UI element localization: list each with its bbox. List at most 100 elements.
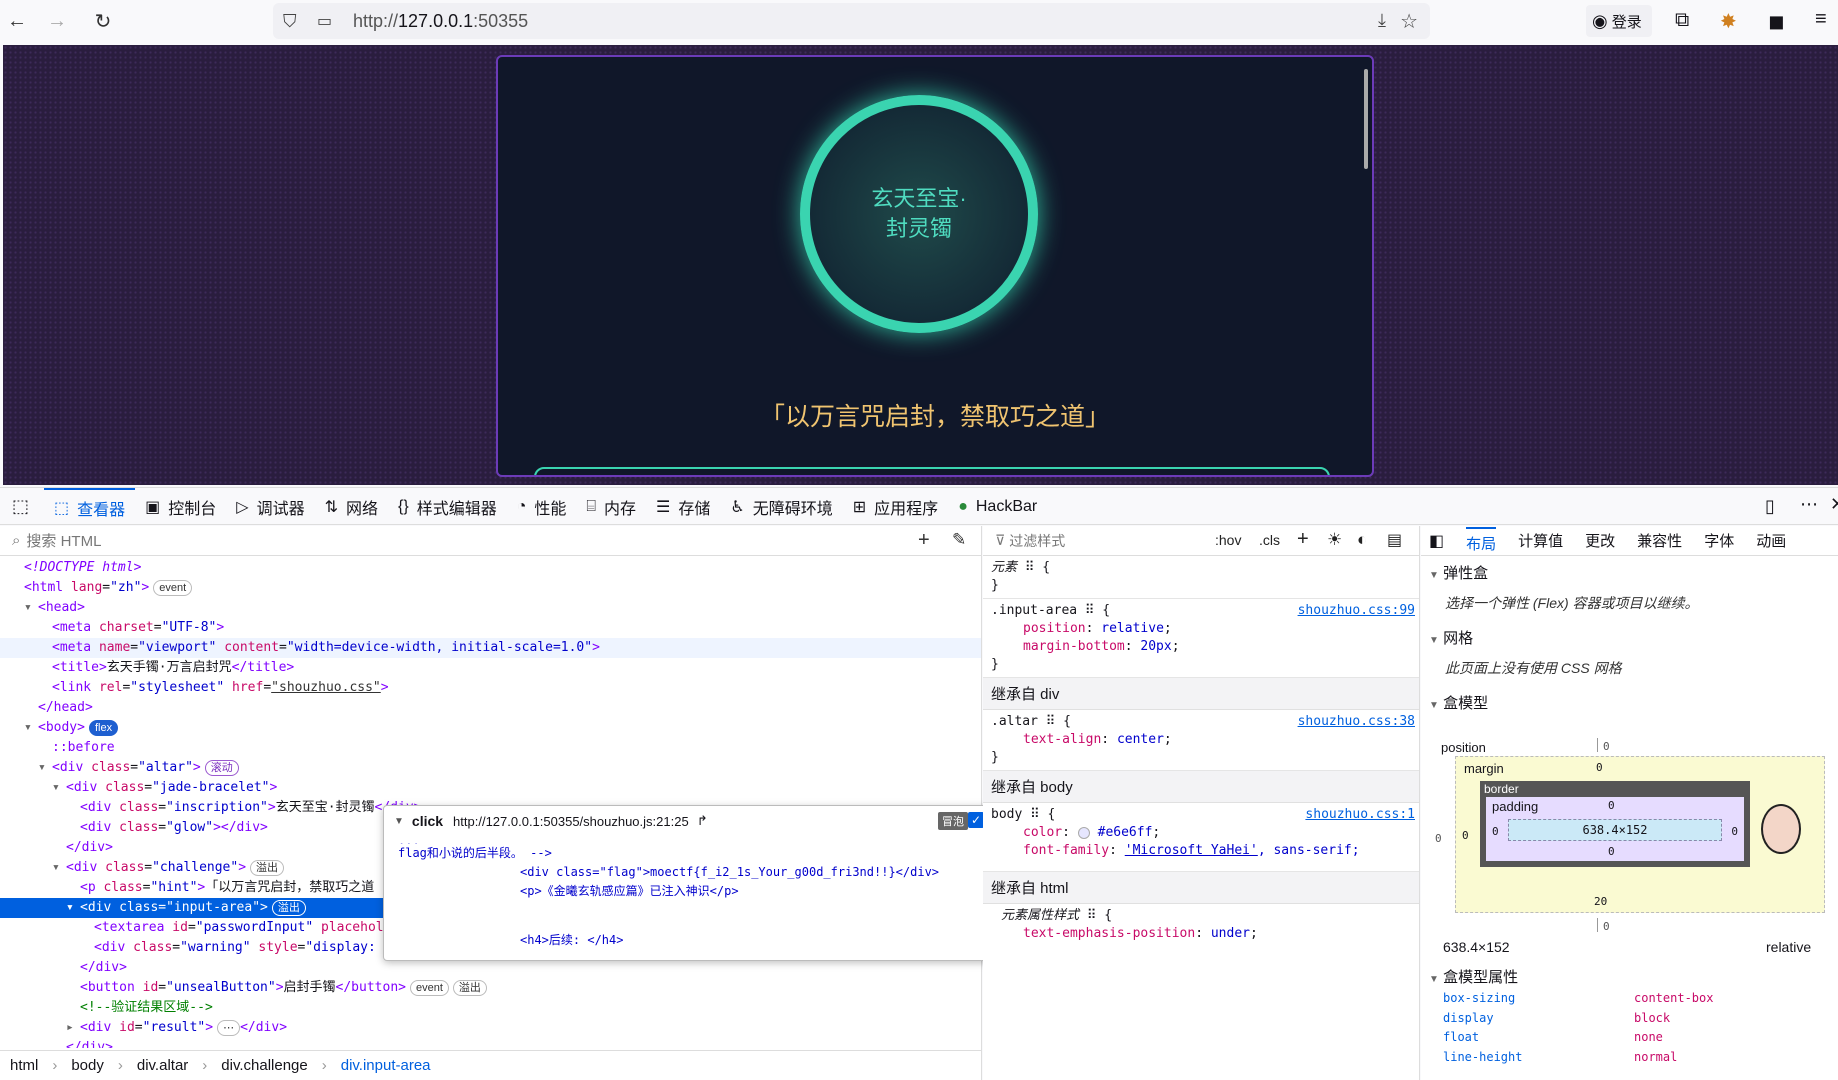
rule-element[interactable]: 元素 ⠿ {} [983,556,1419,599]
markup-line[interactable]: <!--验证结果区域--> [0,998,981,1018]
tab-accessibility[interactable]: ♿ 无障碍环境 [720,488,842,526]
hov-toggle[interactable]: :hov [1215,532,1241,548]
rule-html-attrs[interactable]: 元素属性样式 ⠿ { text-emphasis-position: under… [983,904,1419,946]
url-bar[interactable]: ⛉ ▭ http://127.0.0.1:50355 ⤓ ☆ [273,3,1430,39]
breadcrumb-item[interactable]: div.challenge [221,1057,307,1074]
prop-value[interactable]: #e6e6ff [1098,825,1153,840]
prop-name[interactable]: text-align [1023,732,1101,747]
markup-line[interactable]: ▾ <head> [0,598,981,618]
event-enabled-checkbox[interactable]: ✓ [968,812,984,828]
markup-line[interactable]: <!DOCTYPE html> [0,558,981,578]
prop-value[interactable]: center [1117,732,1164,747]
tab-inspector[interactable]: ⬚ 查看器 [44,488,136,526]
prop-value[interactable]: under [1211,926,1250,941]
margin-bottom[interactable]: 20 [1594,895,1607,908]
add-node-icon[interactable]: + [918,529,930,552]
tab-storage[interactable]: ☰ 存储 [646,488,720,526]
prop-name[interactable]: position [1023,621,1086,636]
markup-line[interactable]: <html lang="zh"> event [0,578,981,598]
margin-left[interactable]: 0 [1462,829,1469,842]
grid-section-header[interactable]: ▼ 网格 [1421,621,1838,654]
rule-source-link[interactable]: shouzhuo.css:1 [1305,806,1415,824]
tab-changes[interactable]: 更改 [1585,530,1615,551]
dock-icon[interactable]: ▯ [1765,496,1775,517]
markup-line[interactable]: <link rel="stylesheet" href="shouzhuo.cs… [0,678,981,698]
markup-line[interactable]: ▸ <div id="result"> ⋯ </div> [0,1018,981,1038]
tab-style-editor[interactable]: {} 样式编辑器 [388,488,507,526]
rule-source-link[interactable]: shouzhuo.css:38 [1298,713,1415,731]
print-media-icon[interactable]: ▤ [1387,530,1402,550]
event-location[interactable]: http://127.0.0.1:50355/shouzhuo.js:21:25 [453,814,689,829]
prop-value[interactable]: relative [1101,621,1164,636]
markup-line[interactable]: <meta charset="UTF-8"> [0,618,981,638]
tab-console[interactable]: ▣ 控制台 [135,488,226,526]
breadcrumb-item[interactable]: div.input-area [341,1057,431,1074]
url-text[interactable]: http://127.0.0.1:50355 [353,11,528,32]
download-page-icon[interactable]: ⤓ [1378,10,1386,31]
mask-extension-icon[interactable]: ◼ [1768,9,1785,34]
padding-left[interactable]: 0 [1492,825,1499,838]
reload-icon[interactable]: ↻ [86,4,120,38]
toggle-sidebar-icon[interactable]: ◧ [1429,531,1444,551]
padding-right[interactable]: 0 [1731,825,1738,838]
prop-name[interactable]: color [1023,825,1062,840]
markup-line[interactable]: <meta name="viewport" content="width=dev… [0,638,981,658]
prop-name[interactable]: margin-bottom [1023,639,1125,654]
boxmodel-section-header[interactable]: ▼ 盒模型 [1421,686,1838,719]
markup-line[interactable]: </head> [0,698,981,718]
markup-line[interactable]: </div> [0,958,981,978]
tab-memory[interactable]: ⌸ 内存 [576,488,646,526]
markup-line[interactable]: ▾ <div class="jade-bracelet"> [0,778,981,798]
jump-to-source-icon[interactable]: ↱ [697,813,708,829]
padding-top[interactable]: 0 [1608,799,1615,812]
bookmark-star-icon[interactable]: ☆ [1400,9,1418,34]
prop-name[interactable]: font-family [1023,843,1109,858]
rule-input-area[interactable]: shouzhuo.css:99 .input-area ⠿ { position… [983,599,1419,678]
prop-value[interactable]: 'Microsoft YaHei' [1125,843,1258,858]
shield-icon[interactable]: ⛉ [283,11,297,32]
flexbox-section-header[interactable]: ▼ 弹性盒 [1421,556,1838,589]
tab-application[interactable]: ⊞ 应用程序 [843,488,948,526]
tab-layout[interactable]: 布局 [1466,527,1497,554]
prop-name[interactable]: text-emphasis-position [1023,926,1195,941]
breadcrumb-item[interactable]: div.altar [137,1057,188,1074]
breadcrumb-item[interactable]: body [71,1057,104,1074]
login-button[interactable]: ◉ 登录 [1586,5,1652,37]
tab-compatibility[interactable]: 兼容性 [1637,530,1682,551]
style-filter[interactable]: ⊽ 过滤样式 :hov .cls + ☀ ◐ ▤ [983,526,1419,556]
markup-line[interactable]: ▾ <div class="altar"> 滚动 [0,758,981,778]
close-devtools-icon[interactable]: ✕ [1830,494,1838,515]
markup-line[interactable]: <button id="unsealButton">启封手镯</button> e… [0,978,981,998]
tab-computed[interactable]: 计算值 [1518,530,1563,551]
margin-top[interactable]: 0 [1596,761,1603,774]
scrollbar-thumb[interactable] [1364,69,1368,169]
tab-fonts[interactable]: 字体 [1704,530,1734,551]
back-icon[interactable]: ← [0,4,34,38]
forward-icon[interactable]: → [40,4,74,38]
prop-value[interactable]: 20px [1140,639,1171,654]
tab-animations[interactable]: 动画 [1756,530,1786,551]
rule-body[interactable]: shouzhuo.css:1 body ⠿ { color: #e6e6ff; … [983,803,1419,872]
padding-bottom[interactable]: 0 [1608,845,1615,858]
fox-extension-icon[interactable]: ✸ [1720,9,1737,34]
extensions-icon[interactable]: ⧉ [1675,9,1689,32]
collapse-icon[interactable]: ▼ [394,816,404,827]
assistant-avatar[interactable] [1761,804,1801,854]
markup-line[interactable]: ::before [0,738,981,758]
tab-hackbar[interactable]: ● HackBar [948,488,1047,526]
markup-line[interactable]: ▾ <body> flex [0,718,981,738]
element-picker-icon[interactable]: ⬚ [12,496,29,517]
tab-performance[interactable]: ◔ 性能 [507,488,577,526]
password-input-edge[interactable] [534,467,1330,475]
color-swatch[interactable] [1077,826,1090,839]
more-options-icon[interactable]: ⋯ [1800,494,1818,515]
box-content[interactable]: 638.4×152 [1508,819,1722,841]
light-mode-icon[interactable]: ☀ [1327,530,1342,550]
dark-mode-icon[interactable]: ◐ [1357,530,1367,550]
add-rule-icon[interactable]: + [1297,528,1309,551]
tab-network[interactable]: ⇅ 网络 [315,488,388,526]
eyedropper-icon[interactable]: ✎ [952,530,966,550]
tab-debugger[interactable]: ▷ 调试器 [226,488,314,526]
markup-line[interactable]: <title>玄天手镯·万言启封咒</title> [0,658,981,678]
markup-line[interactable]: </div> [0,1038,981,1048]
